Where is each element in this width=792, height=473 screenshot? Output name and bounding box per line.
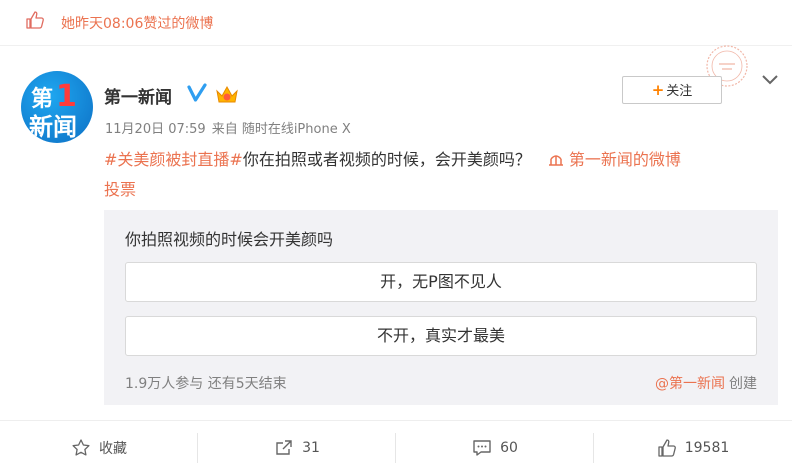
poll-creator-suffix: 创建 [729, 376, 757, 392]
favorite-button[interactable]: 收藏 [0, 421, 198, 473]
repost-count: 31 [302, 439, 320, 456]
action-bar: 收藏 31 60 19581 [0, 420, 792, 473]
thumbs-up-icon [26, 11, 44, 29]
poll-option-2[interactable]: 不开，真实才最美 [125, 316, 757, 356]
follow-label: 关注 [666, 84, 693, 99]
vote-link[interactable]: 投票 [104, 180, 136, 199]
weibo-card-icon [548, 155, 563, 166]
post-time[interactable]: 11月20日 07:59 [105, 122, 206, 137]
like-count: 19581 [684, 439, 730, 456]
vip-crown-icon[interactable] [215, 83, 239, 105]
verified-icon[interactable] [186, 82, 208, 104]
poll-creator-link[interactable]: @第一新闻 [655, 376, 725, 392]
like-notice-text: 她昨天08:06赞过的微博 [61, 16, 214, 32]
star-icon [72, 438, 90, 456]
author-name[interactable]: 第一新闻 [104, 83, 172, 108]
thumbs-up-icon [658, 438, 676, 457]
post-content: #关美颜被封直播#你在拍照或者视频的时候，会开美颜吗？ 第一新闻的微博 投票 [104, 145, 774, 205]
comment-button[interactable]: 60 [396, 421, 594, 473]
favorite-label: 收藏 [99, 440, 127, 457]
avatar-text-bottom: 新闻 [29, 113, 77, 141]
plus-icon: + [651, 81, 665, 99]
avatar[interactable]: 第1 新闻 [21, 71, 93, 143]
chevron-down-icon[interactable] [760, 73, 780, 87]
comment-icon [473, 439, 491, 456]
like-notice-bar: 她昨天08:06赞过的微博 [0, 0, 792, 46]
like-button[interactable]: 19581 [594, 421, 792, 473]
post-meta: 11月20日 07:59 来自 随时在线iPhone X [105, 118, 351, 137]
poll-question: 你拍照视频的时候会开美颜吗 [125, 230, 334, 249]
poll-stats: 1.9万人参与 还有5天结束 [125, 376, 287, 392]
hashtag-link[interactable]: #关美颜被封直播# [104, 150, 243, 169]
poll-card: 你拍照视频的时候会开美颜吗 开，无P图不见人 不开，真实才最美 1.9万人参与 … [104, 210, 778, 405]
poll-option-1[interactable]: 开，无P图不见人 [125, 262, 757, 302]
comment-count: 60 [500, 439, 518, 456]
poll-creator: @第一新闻 创建 [655, 373, 757, 393]
repost-button[interactable]: 31 [198, 421, 396, 473]
weibo-link[interactable]: 第一新闻的微博 [569, 150, 681, 169]
repost-icon [276, 439, 292, 455]
follow-button[interactable]: + 关注 [622, 76, 722, 104]
post-source: 来自 随时在线iPhone X [211, 122, 351, 137]
post-text: 你在拍照或者视频的时候，会开美颜吗？ [242, 150, 531, 169]
